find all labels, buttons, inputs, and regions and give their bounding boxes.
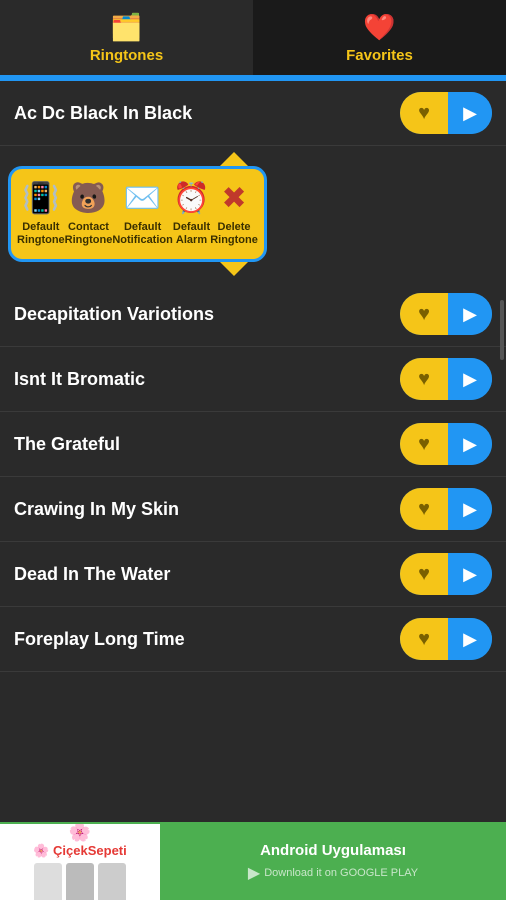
action-buttons-6: ♥ ▶	[400, 553, 492, 595]
favorite-button-7[interactable]: ♥	[400, 618, 448, 660]
ad-title: Android Uygulaması	[260, 842, 406, 859]
tab-bar: 🗂️ Ringtones ❤️ Favorites	[0, 0, 506, 75]
ad-subtitle-text: Download it on GOOGLE PLAY	[264, 867, 418, 879]
ad-logo-text: 🌸 ÇiçekSepeti	[33, 843, 127, 859]
action-buttons-3: ♥ ▶	[400, 358, 492, 400]
delete-ringtone-icon: ✖	[221, 181, 246, 216]
action-buttons-5: ♥ ▶	[400, 488, 492, 530]
popup-row: 📳 DefaultRingtone 🐻 ContactRingtone ✉️ D…	[0, 146, 506, 282]
action-default-ringtone[interactable]: 📳 DefaultRingtone	[17, 181, 65, 247]
tab-ringtones[interactable]: 🗂️ Ringtones	[0, 0, 253, 75]
action-buttons-2: ♥ ▶	[400, 293, 492, 335]
favorite-button-5[interactable]: ♥	[400, 488, 448, 530]
ad-banner[interactable]: 🌸 🌸 ÇiçekSepeti Android Uygulaması ▶ Dow…	[0, 822, 506, 900]
song-title-1: Ac Dc Black In Black	[14, 103, 192, 124]
action-delete-ringtone[interactable]: ✖ DeleteRingtone	[210, 181, 258, 247]
favorite-button-1[interactable]: ♥	[400, 92, 448, 134]
delete-ringtone-label: DeleteRingtone	[210, 221, 258, 247]
song-title-7: Foreplay Long Time	[14, 629, 185, 650]
play-button-4[interactable]: ▶	[448, 423, 492, 465]
default-ringtone-icon: 📳	[22, 181, 59, 216]
song-row-1[interactable]: Ac Dc Black In Black ♥ ▶	[0, 81, 506, 146]
play-button-6[interactable]: ▶	[448, 553, 492, 595]
favorite-button-6[interactable]: ♥	[400, 553, 448, 595]
play-button-1[interactable]: ▶	[448, 92, 492, 134]
ad-right: Android Uygulaması ▶ Download it on GOOG…	[160, 823, 506, 900]
song-title-2: Decapitation Variotions	[14, 304, 214, 325]
favorites-icon: ❤️	[363, 12, 395, 43]
tab-favorites[interactable]: ❤️ Favorites	[253, 0, 506, 75]
action-buttons-1: ♥ ▶	[400, 92, 492, 134]
favorite-button-2[interactable]: ♥	[400, 293, 448, 335]
ad-subtitle: ▶ Download it on GOOGLE PLAY	[248, 863, 418, 883]
song-row-7[interactable]: Foreplay Long Time ♥ ▶	[0, 607, 506, 672]
default-notification-label: DefaultNotification	[112, 221, 173, 247]
song-row-3[interactable]: Isnt It Bromatic ♥ ▶	[0, 347, 506, 412]
contact-ringtone-icon: 🐻	[70, 181, 107, 216]
popup-arrow-up	[220, 152, 248, 166]
play-button-3[interactable]: ▶	[448, 358, 492, 400]
tab-favorites-label: Favorites	[346, 47, 413, 64]
song-title-5: Crawing In My Skin	[14, 499, 179, 520]
action-contact-ringtone[interactable]: 🐻 ContactRingtone	[65, 181, 113, 247]
song-title-4: The Grateful	[14, 434, 120, 455]
tab-ringtones-label: Ringtones	[90, 47, 163, 64]
contact-ringtone-label: ContactRingtone	[65, 221, 113, 247]
default-alarm-icon: ⏰	[173, 181, 210, 216]
song-title-6: Dead In The Water	[14, 564, 170, 585]
favorite-button-3[interactable]: ♥	[400, 358, 448, 400]
popup-arrow-down	[220, 262, 248, 276]
google-play-icon: ▶	[248, 863, 260, 883]
action-default-notification[interactable]: ✉️ DefaultNotification	[112, 181, 173, 247]
ad-logo: 🌸 🌸 ÇiçekSepeti	[0, 823, 160, 900]
play-button-5[interactable]: ▶	[448, 488, 492, 530]
action-buttons-4: ♥ ▶	[400, 423, 492, 465]
favorite-button-4[interactable]: ♥	[400, 423, 448, 465]
play-button-7[interactable]: ▶	[448, 618, 492, 660]
action-default-alarm[interactable]: ⏰ DefaultAlarm	[173, 181, 210, 247]
default-notification-icon: ✉️	[124, 181, 161, 216]
default-alarm-label: DefaultAlarm	[173, 221, 210, 247]
action-buttons-7: ♥ ▶	[400, 618, 492, 660]
default-ringtone-label: DefaultRingtone	[17, 221, 65, 247]
song-title-3: Isnt It Bromatic	[14, 369, 145, 390]
popup-content: 📳 DefaultRingtone 🐻 ContactRingtone ✉️ D…	[8, 166, 267, 262]
play-button-2[interactable]: ▶	[448, 293, 492, 335]
song-row-6[interactable]: Dead In The Water ♥ ▶	[0, 542, 506, 607]
ringtones-icon: 🗂️	[110, 12, 142, 43]
song-row-4[interactable]: The Grateful ♥ ▶	[0, 412, 506, 477]
scroll-indicator	[500, 300, 504, 360]
song-row-2[interactable]: Decapitation Variotions ♥ ▶	[0, 282, 506, 347]
song-row-5[interactable]: Crawing In My Skin ♥ ▶	[0, 477, 506, 542]
